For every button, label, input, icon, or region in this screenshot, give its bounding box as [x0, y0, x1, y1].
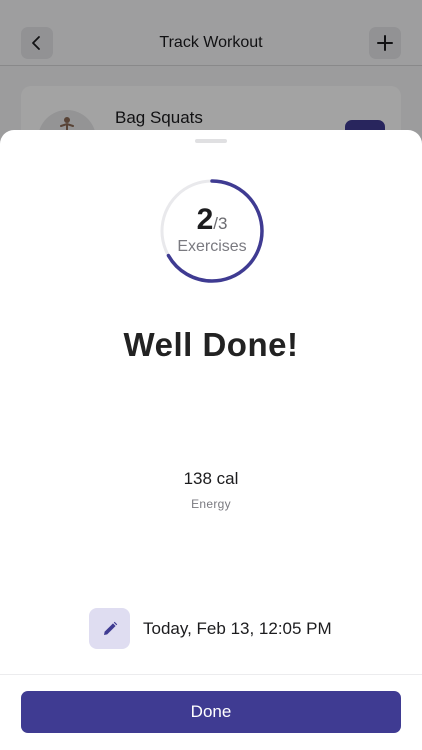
progress-count: 2 /3 [197, 203, 228, 237]
pencil-icon [103, 621, 117, 635]
done-button[interactable]: Done [21, 691, 401, 733]
completed-count: 2 [196, 202, 214, 236]
divider [0, 674, 422, 675]
progress-label-group: 2 /3 Exercises [159, 178, 265, 284]
edit-date-button[interactable] [89, 608, 130, 649]
energy-stat: 138 cal Energy [0, 469, 422, 511]
sheet-grabber[interactable] [195, 139, 227, 143]
completion-sheet: 2 /3 Exercises Well Done! 138 cal Energy… [0, 130, 422, 750]
energy-label: Energy [191, 497, 231, 511]
well-done-heading: Well Done! [123, 326, 299, 363]
total-count: /3 [213, 213, 228, 233]
workout-date[interactable]: Today, Feb 13, 12:05 PM [143, 619, 332, 639]
energy-value: 138 cal [183, 469, 239, 488]
exercises-label: Exercises [177, 237, 247, 255]
date-row: Today, Feb 13, 12:05 PM [89, 608, 332, 649]
